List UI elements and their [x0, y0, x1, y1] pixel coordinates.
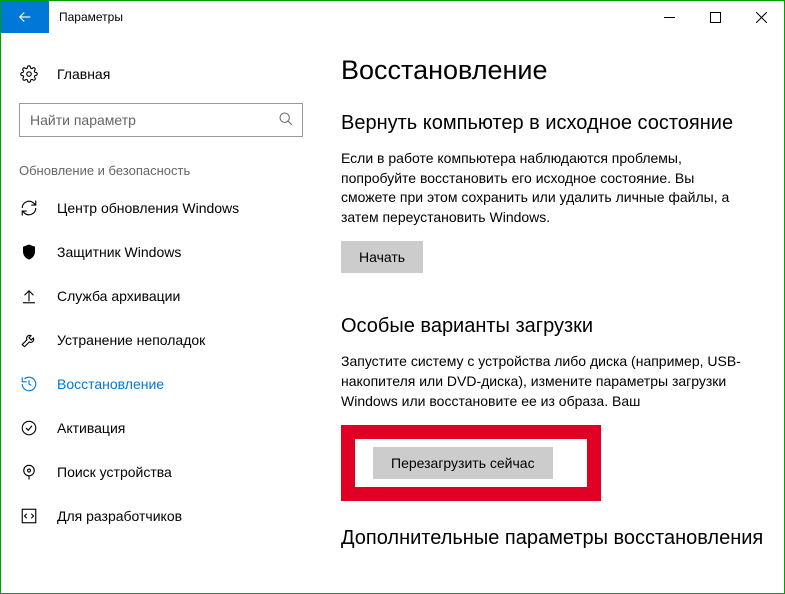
sidebar-home-label: Главная	[57, 66, 110, 82]
sidebar-item-backup[interactable]: Служба архивации	[1, 274, 321, 318]
sidebar-section-label: Обновление и безопасность	[1, 137, 321, 186]
upload-icon	[19, 286, 39, 306]
reset-heading: Вернуть компьютер в исходное состояние	[341, 112, 764, 135]
check-circle-icon	[19, 418, 39, 438]
search-placeholder: Найти параметр	[30, 112, 278, 128]
shield-icon	[19, 242, 39, 262]
maximize-button[interactable]	[692, 1, 738, 33]
restart-now-button[interactable]: Перезагрузить сейчас	[373, 447, 553, 479]
highlight-annotation: Перезагрузить сейчас	[341, 425, 601, 501]
search-icon	[278, 111, 294, 130]
sidebar: Главная Найти параметр Обновление и безо…	[1, 33, 321, 593]
titlebar: Параметры	[1, 1, 784, 33]
code-icon	[19, 506, 39, 526]
sidebar-item-label: Центр обновления Windows	[57, 200, 239, 216]
sidebar-item-label: Активация	[57, 420, 125, 436]
sidebar-item-label: Служба архивации	[57, 288, 180, 304]
reset-description: Если в работе компьютера наблюдаются про…	[341, 149, 751, 227]
location-icon	[19, 462, 39, 482]
sidebar-item-label: Устранение неполадок	[57, 332, 205, 348]
sidebar-item-developers[interactable]: Для разработчиков	[1, 494, 321, 538]
advanced-startup-description: Запустите систему с устройства либо диск…	[341, 352, 751, 411]
gear-icon	[19, 64, 39, 84]
close-button[interactable]	[738, 1, 784, 33]
page-title: Восстановление	[341, 55, 764, 86]
history-icon	[19, 374, 39, 394]
wrench-icon	[19, 330, 39, 350]
sidebar-item-recovery[interactable]: Восстановление	[1, 362, 321, 406]
sidebar-item-windows-update[interactable]: Центр обновления Windows	[1, 186, 321, 230]
search-input[interactable]: Найти параметр	[19, 103, 303, 137]
sidebar-item-label: Защитник Windows	[57, 244, 181, 260]
sync-icon	[19, 198, 39, 218]
advanced-startup-heading: Особые варианты загрузки	[341, 315, 764, 338]
sidebar-item-label: Поиск устройства	[57, 464, 172, 480]
sidebar-item-activation[interactable]: Активация	[1, 406, 321, 450]
sidebar-item-label: Для разработчиков	[57, 508, 182, 524]
more-recovery-heading: Дополнительные параметры восстановления	[341, 527, 764, 550]
reset-start-button[interactable]: Начать	[341, 241, 423, 273]
sidebar-item-label: Восстановление	[57, 376, 164, 392]
sidebar-item-troubleshoot[interactable]: Устранение неполадок	[1, 318, 321, 362]
sidebar-item-defender[interactable]: Защитник Windows	[1, 230, 321, 274]
minimize-button[interactable]	[646, 1, 692, 33]
window-title: Параметры	[49, 1, 123, 33]
back-button[interactable]	[1, 1, 49, 33]
sidebar-item-find-device[interactable]: Поиск устройства	[1, 450, 321, 494]
main-content: Восстановление Вернуть компьютер в исход…	[321, 33, 784, 593]
sidebar-home[interactable]: Главная	[1, 53, 321, 95]
